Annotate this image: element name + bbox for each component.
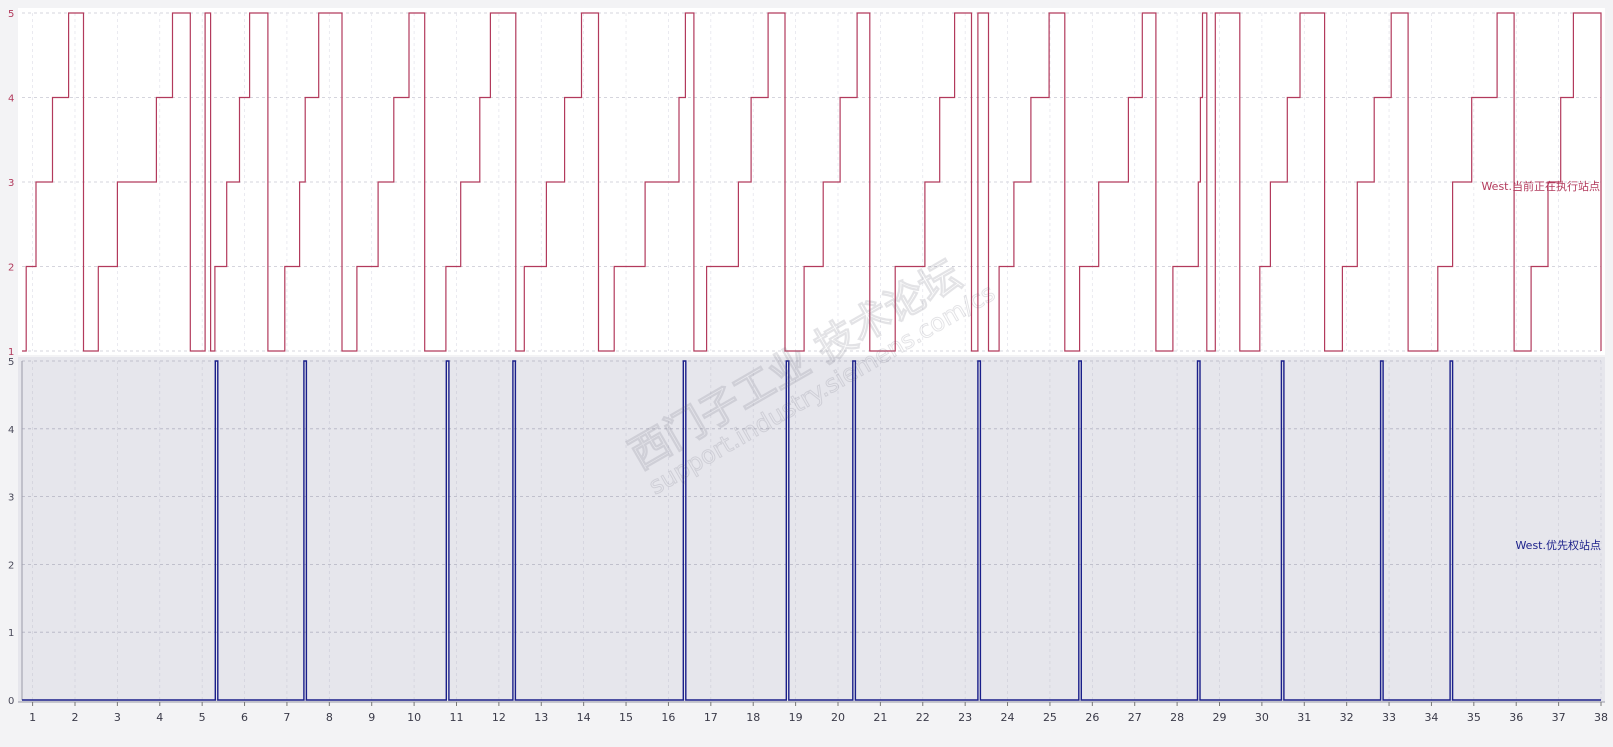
x-tick-label: 10 [407, 711, 421, 724]
x-tick-label: 13 [534, 711, 548, 724]
x-tick-label: 17 [704, 711, 718, 724]
x-tick-label: 28 [1170, 711, 1184, 724]
upper-ytick-label: 4 [8, 94, 14, 105]
x-tick-label: 19 [789, 711, 803, 724]
x-tick-label: 7 [283, 711, 290, 724]
x-tick-label: 12 [492, 711, 506, 724]
x-tick-label: 27 [1128, 711, 1142, 724]
upper-ytick-label: 3 [8, 178, 14, 189]
x-tick-label: 32 [1340, 711, 1354, 724]
x-tick-label: 15 [619, 711, 633, 724]
x-tick-label: 2 [71, 711, 78, 724]
lower-ytick-label: 2 [8, 560, 14, 571]
x-tick-label: 16 [661, 711, 675, 724]
x-tick-label: 6 [241, 711, 248, 724]
x-tick-label: 18 [746, 711, 760, 724]
x-tick-label: 29 [1212, 711, 1226, 724]
x-tick-label: 24 [1001, 711, 1015, 724]
lower-ytick-label: 4 [8, 425, 14, 436]
x-tick-label: 33 [1382, 711, 1396, 724]
lower-series-label: West.优先权站点 [1515, 538, 1601, 552]
x-tick-label: 23 [958, 711, 972, 724]
x-axis: 1 2 3 4 5 6 7 8 9 10 11 12 13 14 15 16 17 18 19 20 21 22 23 24 2… [18, 701, 1608, 724]
x-tick-label: 30 [1255, 711, 1269, 724]
upper-series-label: West.当前正在执行站点 [1481, 179, 1600, 193]
upper-panel: 12345 West.当前正在执行站点 [8, 8, 1605, 358]
x-tick-label: 38 [1594, 711, 1608, 724]
x-tick-label: 35 [1467, 711, 1481, 724]
x-tick-label: 3 [114, 711, 121, 724]
x-tick-label: 11 [449, 711, 463, 724]
lower-ytick-label: 3 [8, 493, 14, 504]
x-tick-label: 5 [199, 711, 206, 724]
lower-ytick-label: 5 [8, 357, 14, 368]
x-tick-label: 36 [1509, 711, 1523, 724]
upper-y-axis: 12345 [8, 9, 14, 358]
upper-ytick-label: 2 [8, 263, 14, 274]
lower-ytick-label: 1 [8, 628, 14, 639]
x-tick-label: 25 [1043, 711, 1057, 724]
x-tick-label: 21 [873, 711, 887, 724]
x-tick-label: 37 [1552, 711, 1566, 724]
lower-ytick-label: 0 [8, 696, 14, 707]
x-tick-label: 26 [1085, 711, 1099, 724]
x-tick-label: 22 [916, 711, 930, 724]
x-tick-label: 1 [29, 711, 36, 724]
chart: 12345 West.当前正在执行站点 012345 West.优先权站点 12… [8, 8, 1608, 724]
x-tick-label: 8 [326, 711, 333, 724]
upper-ytick-label: 5 [8, 9, 14, 20]
x-tick-label: 9 [368, 711, 375, 724]
x-tick-label: 14 [577, 711, 591, 724]
x-tick-label: 34 [1424, 711, 1438, 724]
x-tick-label: 31 [1297, 711, 1311, 724]
x-tick-label: 20 [831, 711, 845, 724]
x-tick-label: 4 [156, 711, 163, 724]
